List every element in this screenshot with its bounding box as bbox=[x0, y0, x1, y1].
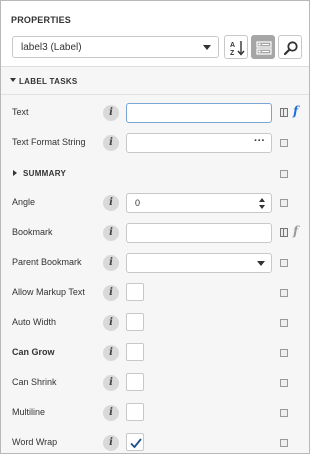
can-shrink-checkbox[interactable] bbox=[126, 373, 144, 391]
property-label: Bookmark bbox=[12, 227, 53, 237]
property-row-bookmark: Bookmark i f bbox=[1, 218, 309, 248]
property-row-multiline: Multiline i bbox=[1, 398, 309, 428]
spin-up-icon[interactable] bbox=[259, 198, 265, 202]
expression-icon[interactable]: f bbox=[293, 104, 298, 118]
angle-spinner[interactable]: 0 bbox=[126, 193, 272, 213]
property-row-can-grow: Can Grow i bbox=[1, 338, 309, 368]
info-icon[interactable]: i bbox=[103, 345, 119, 361]
info-icon[interactable]: i bbox=[103, 405, 119, 421]
section-label-tasks[interactable]: LABEL TASKS bbox=[1, 67, 309, 95]
expression-icon[interactable]: f bbox=[293, 224, 298, 238]
property-label: Can Shrink bbox=[12, 377, 57, 387]
property-marker-icon[interactable] bbox=[280, 259, 288, 267]
property-marker-icon[interactable] bbox=[280, 170, 288, 178]
property-label: Allow Markup Text bbox=[12, 287, 85, 297]
property-label: Text bbox=[12, 107, 29, 117]
word-wrap-checkbox[interactable] bbox=[126, 433, 144, 451]
property-row-parent-bookmark: Parent Bookmark i bbox=[1, 248, 309, 278]
sort-az-icon: A Z bbox=[230, 41, 245, 57]
caret-right-icon bbox=[13, 170, 17, 176]
property-label: Parent Bookmark bbox=[12, 257, 82, 267]
property-marker-icon[interactable] bbox=[280, 349, 288, 357]
property-label: Can Grow bbox=[12, 347, 55, 357]
angle-value: 0 bbox=[135, 198, 141, 208]
info-icon[interactable]: i bbox=[103, 315, 119, 331]
property-marker-icon[interactable] bbox=[280, 439, 288, 447]
allow-markup-text-checkbox[interactable] bbox=[126, 283, 144, 301]
sort-alphabetical-button[interactable]: A Z bbox=[224, 35, 248, 59]
text-input[interactable] bbox=[126, 103, 272, 123]
property-label: Word Wrap bbox=[12, 437, 58, 447]
categorized-view-icon bbox=[256, 41, 272, 55]
property-row-auto-width: Auto Width i bbox=[1, 308, 309, 338]
bookmark-input[interactable] bbox=[126, 223, 272, 243]
property-row-angle: Angle i 0 bbox=[1, 188, 309, 218]
panel-header: PROPERTIES label3 (Label) A Z bbox=[1, 1, 309, 67]
summary-label: SUMMARY bbox=[23, 169, 67, 178]
property-row-can-shrink: Can Shrink i bbox=[1, 368, 309, 398]
properties-grid: LABEL TASKS Text i f Text Format String … bbox=[1, 67, 309, 453]
svg-text:A: A bbox=[230, 42, 235, 49]
info-icon[interactable]: i bbox=[103, 435, 119, 451]
parent-bookmark-dropdown[interactable] bbox=[126, 253, 272, 273]
search-icon bbox=[283, 41, 298, 56]
info-icon[interactable]: i bbox=[103, 105, 119, 121]
caret-down-icon bbox=[10, 78, 16, 82]
property-label: Text Format String bbox=[12, 137, 86, 147]
text-format-string-input[interactable]: ··· bbox=[126, 133, 272, 153]
can-grow-checkbox[interactable] bbox=[126, 343, 144, 361]
property-marker-icon[interactable] bbox=[280, 108, 288, 117]
info-icon[interactable]: i bbox=[103, 225, 119, 241]
property-marker-icon[interactable] bbox=[280, 319, 288, 327]
search-button[interactable] bbox=[278, 35, 302, 59]
chevron-down-icon bbox=[257, 261, 265, 266]
info-icon[interactable]: i bbox=[103, 135, 119, 151]
info-icon[interactable]: i bbox=[103, 195, 119, 211]
property-label: Angle bbox=[12, 197, 36, 207]
multiline-checkbox[interactable] bbox=[126, 403, 144, 421]
property-marker-icon[interactable] bbox=[280, 139, 288, 147]
property-marker-icon[interactable] bbox=[280, 199, 288, 207]
info-icon[interactable]: i bbox=[103, 285, 119, 301]
property-row-word-wrap: Word Wrap i bbox=[1, 428, 309, 453]
property-label: Multiline bbox=[12, 407, 46, 417]
property-marker-icon[interactable] bbox=[280, 228, 288, 237]
property-marker-icon[interactable] bbox=[280, 289, 288, 297]
property-marker-icon[interactable] bbox=[280, 409, 288, 417]
property-row-allow-markup-text: Allow Markup Text i bbox=[1, 278, 309, 308]
chevron-down-icon bbox=[203, 45, 211, 50]
property-row-summary[interactable]: SUMMARY bbox=[1, 159, 309, 189]
auto-width-checkbox[interactable] bbox=[126, 313, 144, 331]
panel-title: PROPERTIES bbox=[11, 15, 72, 25]
object-selector-value: label3 (Label) bbox=[21, 42, 82, 53]
spin-down-icon[interactable] bbox=[259, 205, 265, 209]
object-selector[interactable]: label3 (Label) bbox=[12, 36, 219, 58]
info-icon[interactable]: i bbox=[103, 255, 119, 271]
property-marker-icon[interactable] bbox=[280, 379, 288, 387]
ellipsis-button[interactable]: ··· bbox=[254, 135, 265, 147]
property-label: Auto Width bbox=[12, 317, 57, 327]
property-row-text-format-string: Text Format String i ··· bbox=[1, 128, 309, 158]
section-title: LABEL TASKS bbox=[19, 77, 78, 86]
info-icon[interactable]: i bbox=[103, 375, 119, 391]
properties-panel: PROPERTIES label3 (Label) A Z LABEL TASK… bbox=[0, 0, 310, 454]
categorized-view-button[interactable] bbox=[251, 35, 275, 59]
svg-text:Z: Z bbox=[230, 50, 235, 57]
checkmark-icon bbox=[130, 438, 142, 449]
property-row-text: Text i f bbox=[1, 98, 309, 128]
